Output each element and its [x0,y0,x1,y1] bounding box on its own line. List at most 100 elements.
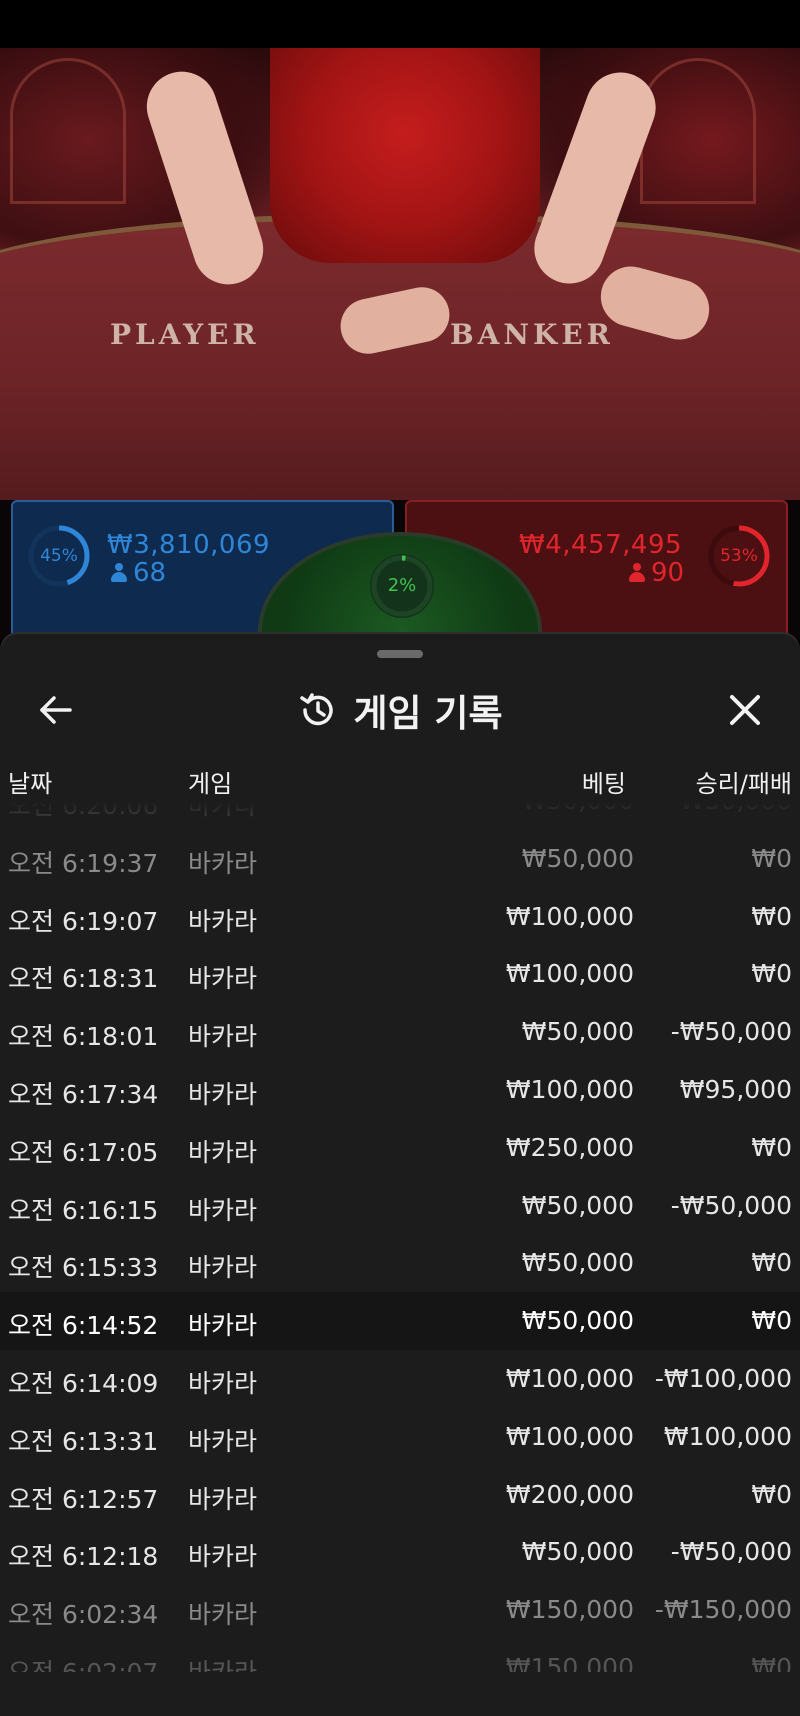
row-result: ₩0 [751,901,792,931]
player-percent: 45% [40,546,78,566]
row-bet: ₩150,000 [505,1653,634,1672]
live-video-feed: PLAYER BANKER [0,48,800,500]
banker-bet-amount: ₩4,457,495 [519,530,683,560]
row-result: ₩0 [751,843,792,873]
sheet-title: 게임 기록 [353,692,503,735]
row-bet: ₩50,000 [521,1017,634,1047]
history-row[interactable]: 오전 6:14:09 바카라 ₩100,000 -₩100,000 [0,1350,800,1408]
row-result: -₩50,000 [670,1190,792,1220]
row-result: -₩100,000 [654,1364,792,1393]
status-bar [0,0,800,48]
history-row[interactable]: 오전 6:02:34 바카라 ₩150,000 -₩150,000 [0,1581,800,1639]
row-time: 오전 6:14:52 [8,1311,159,1341]
row-time: 오전 6:19:07 [8,906,159,936]
dealer-dress [270,48,540,263]
row-result: ₩0 [751,1248,792,1278]
player-percent-ring: 45% [27,524,91,588]
history-row[interactable]: 오전 6:17:05 바카라 ₩250,000 ₩0 [0,1119,800,1177]
close-icon [730,695,760,725]
row-bet: ₩150,000 [505,1595,634,1625]
row-time: 오전 6:17:34 [8,1080,159,1109]
row-result: ₩0 [751,1306,792,1336]
row-result: ₩0 [751,959,792,989]
row-game: 바카라 [188,1195,258,1225]
history-list[interactable]: 오전 6:20:06바카라₩50,000-₩50,000오전 6:19:37바카… [0,802,800,1672]
row-bet: ₩100,000 [505,959,634,989]
person-icon [111,563,127,583]
history-row[interactable]: 오전 6:12:18 바카라 ₩50,000 -₩50,000 [0,1523,800,1581]
row-game: 바카라 [188,1253,258,1283]
column-header-result: 승리/패배 [695,770,792,798]
table-label-banker: BANKER [450,318,614,351]
row-time: 오전 6:02:34 [8,1600,159,1630]
tie-percent-ring: 2% [370,554,434,618]
history-row[interactable]: 오전 6:02:07 바카라 ₩150,000 ₩0 [0,1639,800,1672]
tie-percent: 2% [387,575,417,596]
row-time: 오전 6:13:31 [8,1426,159,1456]
row-time: 오전 6:16:15 [8,1195,159,1225]
window-arch-right [640,58,756,204]
banker-percent-ring: 53% [707,524,771,588]
row-result: ₩0 [751,1132,792,1162]
history-row[interactable]: 오전 6:18:01 바카라 ₩50,000 -₩50,000 [0,1003,800,1061]
row-result: ₩0 [751,1653,792,1672]
row-time: 오전 6:12:57 [8,1484,159,1514]
row-bet: ₩50,000 [521,1190,634,1220]
row-game: 바카라 [188,1311,258,1341]
history-icon [300,693,334,726]
history-row[interactable]: 오전 6:13:31 바카라 ₩100,000 ₩100,000 [0,1408,800,1466]
row-bet: ₩100,000 [505,1364,634,1393]
row-game: 바카라 [188,1080,258,1109]
row-game: 바카라 [188,1022,258,1052]
row-result: -₩50,000 [670,1017,792,1047]
back-button[interactable] [30,684,82,736]
person-icon [629,563,645,583]
row-time: 오전 6:19:37 [8,848,159,878]
column-header-date: 날짜 [8,770,53,798]
row-game: 바카라 [188,1653,257,1672]
row-result: ₩95,000 [679,1075,792,1104]
history-row[interactable]: 오전 6:12:57 바카라 ₩200,000 ₩0 [0,1466,800,1524]
player-bet-amount: ₩3,810,069 [107,530,271,560]
row-bet: ₩100,000 [505,901,634,931]
row-result: ₩0 [751,1479,792,1509]
arrow-left-icon [40,696,72,724]
history-row[interactable]: 오전 6:16:15 바카라 ₩50,000 -₩50,000 [0,1177,800,1235]
row-result: ₩100,000 [663,1421,792,1451]
banker-count-value: 90 [651,558,685,588]
history-row[interactable]: 오전 6:17:34 바카라 ₩100,000 ₩95,000 [0,1061,800,1119]
close-button[interactable] [719,684,771,736]
row-bet: ₩50,000 [521,1306,634,1336]
column-header-bet: 베팅 [581,770,626,798]
row-result: -₩50,000 [670,1537,792,1567]
banker-bettor-count: 90 [629,558,684,588]
row-bet: ₩100,000 [505,1421,634,1451]
row-game: 바카라 [188,1137,258,1167]
sheet-drag-handle[interactable] [377,650,423,658]
history-row[interactable]: 오전 6:15:33 바카라 ₩50,000 ₩0 [0,1234,800,1292]
history-row[interactable]: 오전 6:18:31 바카라 ₩100,000 ₩0 [0,945,800,1003]
row-time: 오전 6:15:33 [8,1253,159,1283]
player-count-value: 68 [133,558,167,588]
history-row[interactable]: 오전 6:14:52 바카라 ₩50,000 ₩0 [0,1292,800,1351]
banker-percent: 53% [720,546,758,566]
row-bet: ₩50,000 [521,1537,634,1567]
history-row[interactable]: 오전 6:19:07 바카라 ₩100,000 ₩0 [0,888,800,946]
row-game: 바카라 [188,964,258,994]
row-time: 오전 6:18:01 [8,1022,159,1052]
row-game: 바카라 [188,1600,258,1630]
row-bet: ₩50,000 [521,843,634,873]
sheet-title-group: 게임 기록 [0,674,800,746]
row-time: 오전 6:17:05 [8,1137,159,1167]
row-result: -₩150,000 [654,1595,792,1625]
row-time: 오전 6:12:18 [8,1542,159,1572]
row-time: 오전 6:18:31 [8,964,159,994]
row-game: 바카라 [188,848,258,878]
history-row[interactable]: 오전 6:19:37 바카라 ₩50,000 ₩0 [0,830,800,888]
column-header-game: 게임 [188,770,233,798]
row-bet: ₩100,000 [505,1075,634,1104]
row-game: 바카라 [188,1369,258,1398]
row-time: 오전 6:02:07 [8,1653,158,1672]
table-label-player: PLAYER [110,318,260,351]
row-game: 바카라 [188,1542,258,1572]
